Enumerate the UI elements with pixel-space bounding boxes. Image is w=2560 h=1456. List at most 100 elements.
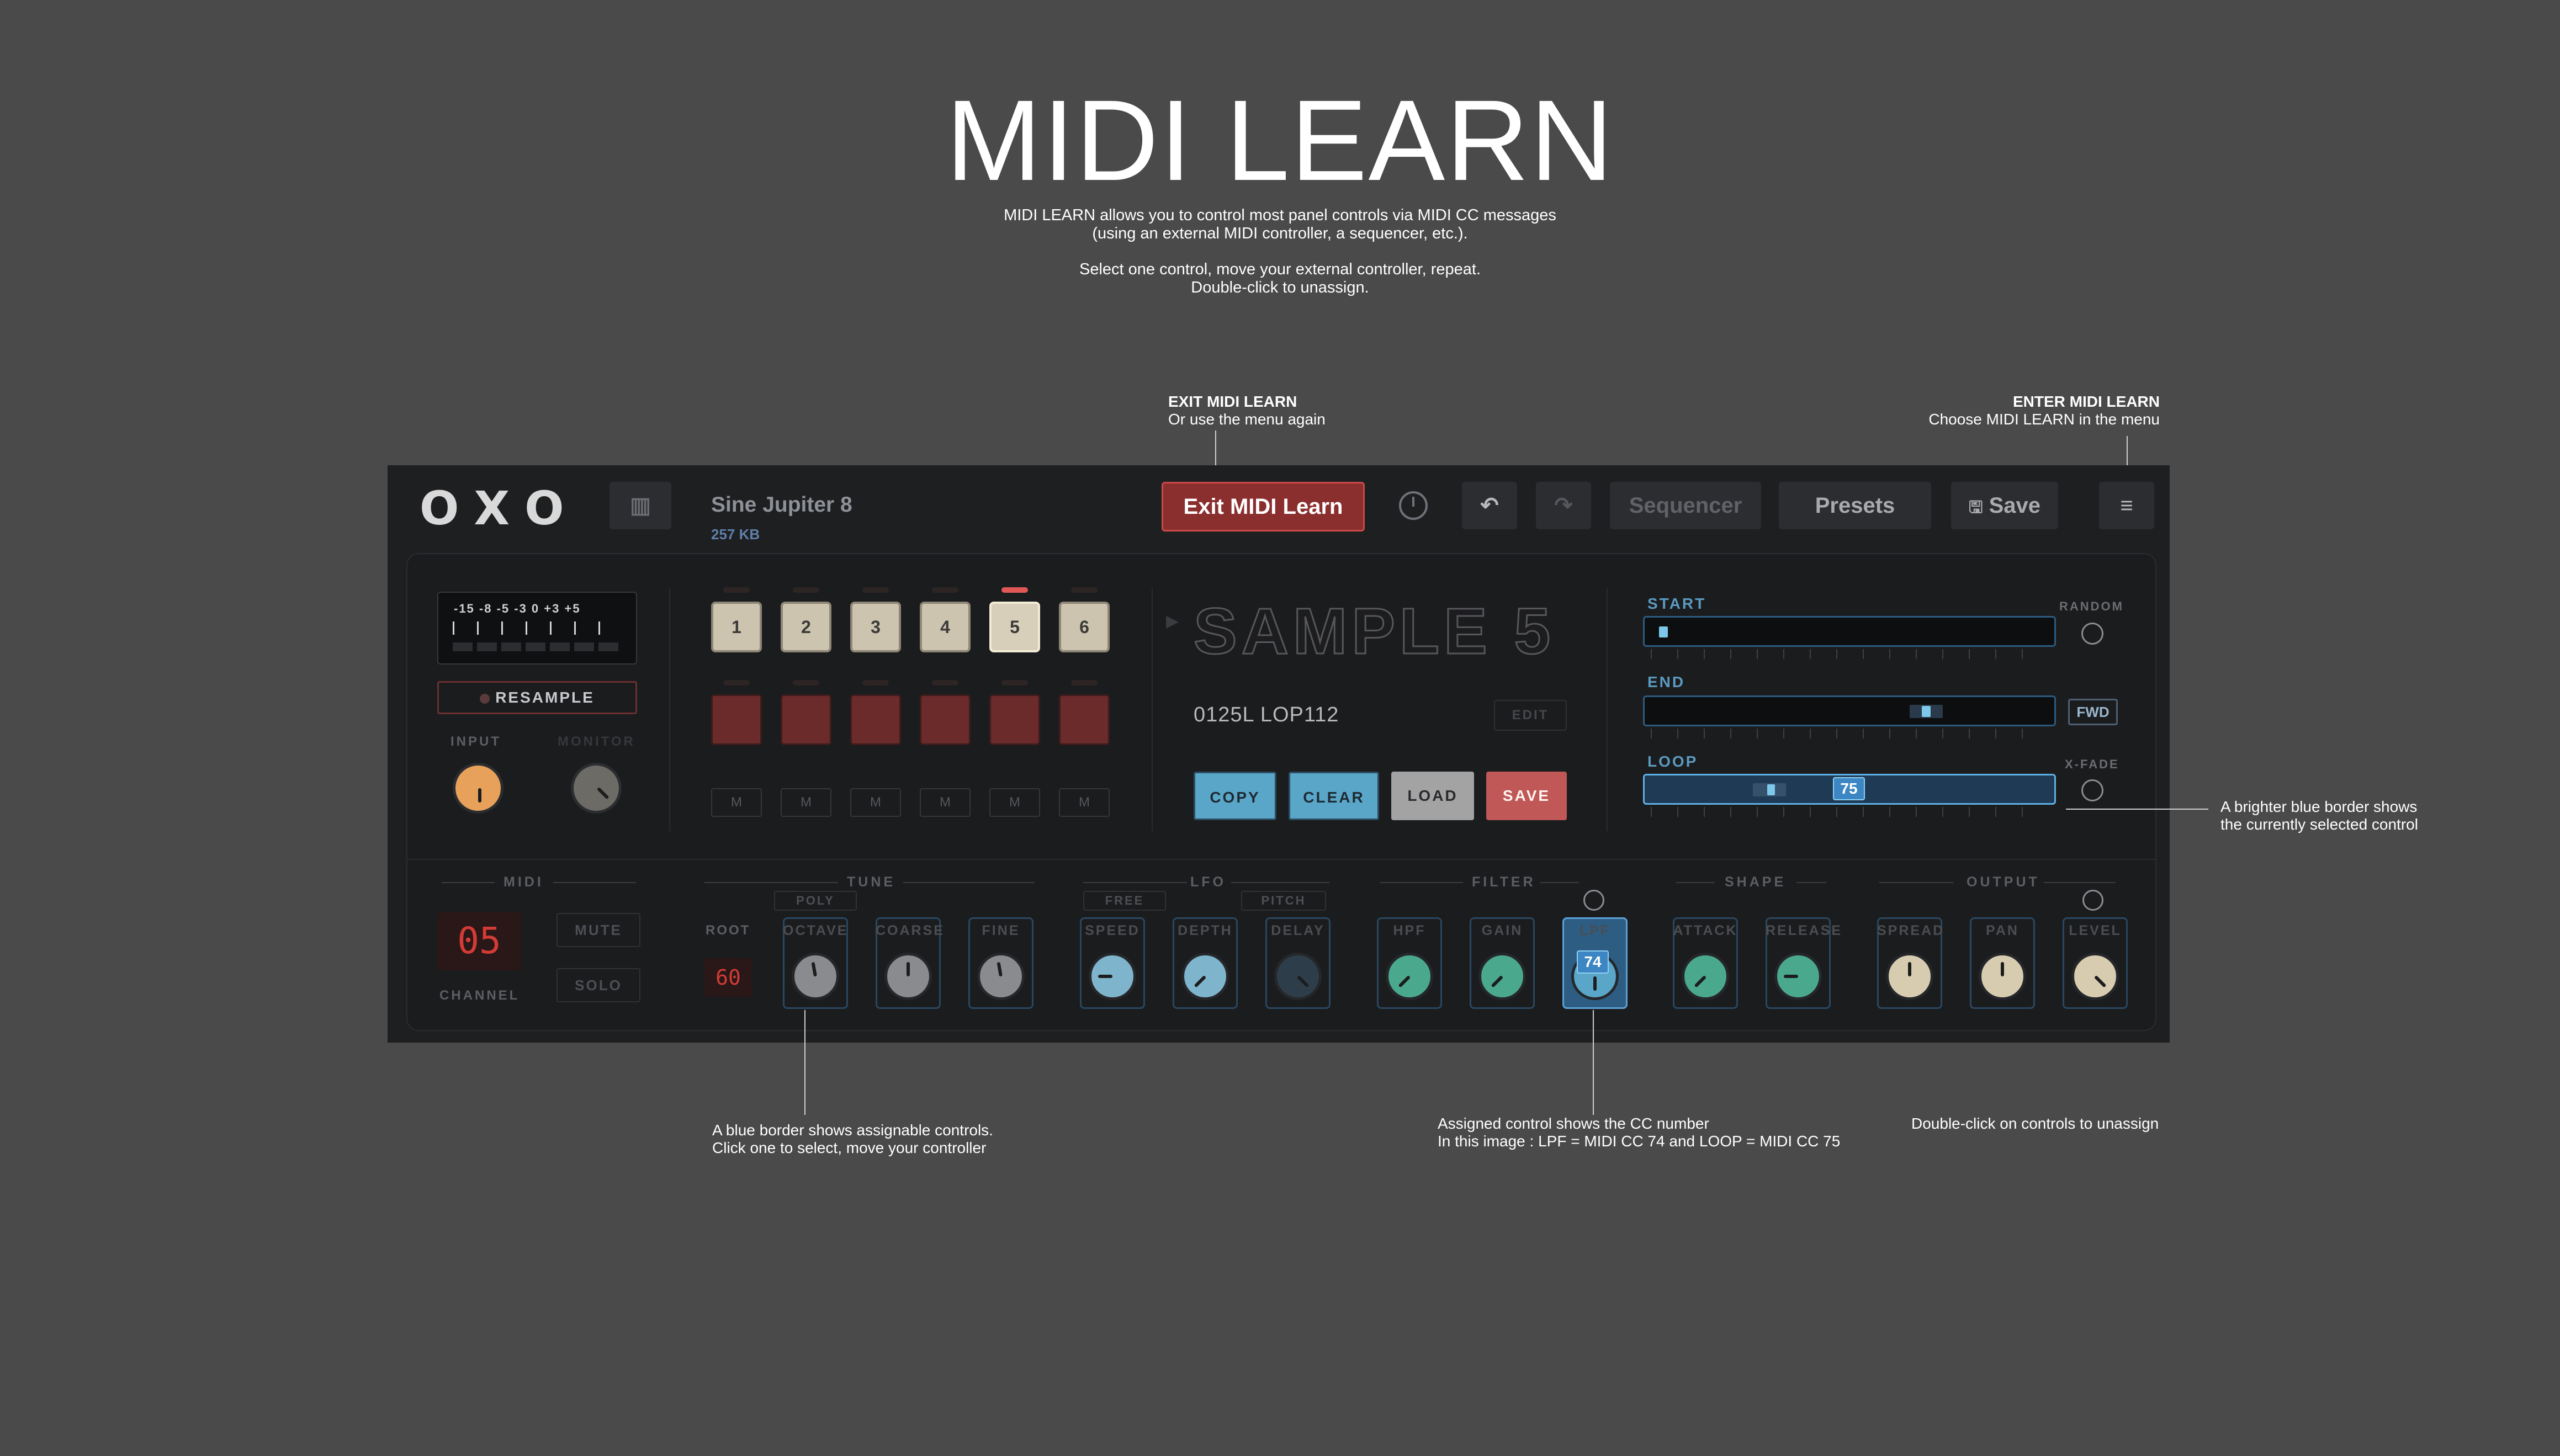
- output-mode-knob[interactable]: [2082, 890, 2103, 911]
- free-button[interactable]: FREE: [1083, 891, 1166, 911]
- knob-indicator: [2001, 962, 2004, 976]
- pad-mute-button-3[interactable]: M: [850, 788, 901, 817]
- pad-mute-button-4[interactable]: M: [920, 788, 971, 817]
- trigger-pad-6[interactable]: [1059, 694, 1110, 745]
- section-rule: [2044, 882, 2116, 883]
- xfade-knob[interactable]: [2081, 779, 2103, 801]
- end-label: END: [1647, 673, 1686, 690]
- sample-title: SAMPLE 5: [1192, 594, 1555, 669]
- pad-mute-button-2[interactable]: M: [781, 788, 831, 817]
- hamburger-icon: ≡: [2120, 493, 2133, 518]
- clock-icon[interactable]: [1399, 491, 1428, 520]
- cc-annotation-line: [1593, 1010, 1594, 1115]
- load-button[interactable]: LOAD: [1391, 772, 1474, 820]
- mute-button[interactable]: MUTE: [556, 913, 640, 947]
- sample-pad-5[interactable]: 5: [989, 602, 1040, 652]
- edit-button[interactable]: EDIT: [1494, 700, 1567, 731]
- hpf-knob[interactable]: [1386, 953, 1433, 1000]
- resample-label: RESAMPLE: [495, 689, 595, 706]
- filter-mode-knob[interactable]: [1583, 890, 1604, 911]
- sample-pad-2[interactable]: 2: [781, 602, 831, 652]
- speed-label: SPEED: [1085, 923, 1140, 938]
- knob-indicator: [1296, 975, 1310, 988]
- sample-pad-6[interactable]: 6: [1059, 602, 1110, 652]
- save-icon: 🖫: [1968, 498, 1983, 517]
- delay-knob[interactable]: [1274, 953, 1322, 1000]
- monitor-knob[interactable]: [571, 763, 622, 814]
- end-slider[interactable]: [1643, 695, 2056, 726]
- attack-knob[interactable]: [1682, 953, 1729, 1000]
- section-rule: [1676, 882, 1715, 883]
- shape-section-title: SHAPE: [1725, 874, 1787, 890]
- undo-button[interactable]: ↶: [1462, 482, 1517, 529]
- pan-label: PAN: [1986, 923, 2019, 938]
- exit-midi-learn-button[interactable]: Exit MIDI Learn: [1162, 482, 1365, 532]
- pad-mute-button-1[interactable]: M: [711, 788, 762, 817]
- knob-indicator: [1694, 975, 1707, 988]
- trigger-pad-3[interactable]: [850, 694, 901, 745]
- keyboard-button[interactable]: ▥: [609, 482, 671, 529]
- clear-button[interactable]: CLEAR: [1289, 772, 1379, 820]
- attack-label: ATTACK: [1673, 923, 1738, 938]
- logo: OXO: [420, 481, 581, 535]
- save-button[interactable]: 🖫 Save: [1951, 482, 2058, 529]
- input-knob[interactable]: [453, 763, 503, 814]
- random-knob[interactable]: [2081, 623, 2103, 645]
- sample-pad-1[interactable]: 1: [711, 602, 762, 652]
- poly-button[interactable]: POLY: [774, 891, 857, 911]
- tune-section-title: TUNE: [847, 874, 896, 890]
- copy-button[interactable]: COPY: [1194, 772, 1276, 820]
- enter-annotation: ENTER MIDI LEARN Choose MIDI LEARN in th…: [1877, 393, 2160, 428]
- start-handle[interactable]: [1659, 626, 1668, 637]
- vu-segments: [453, 642, 622, 651]
- resample-button[interactable]: RESAMPLE: [437, 681, 637, 714]
- solo-button[interactable]: SOLO: [556, 968, 640, 1002]
- lfo-section-title: LFO: [1190, 874, 1226, 890]
- gain-knob[interactable]: [1478, 953, 1526, 1000]
- keyboard-icon: ▥: [630, 493, 651, 518]
- end-handle[interactable]: [1922, 706, 1931, 717]
- save-sample-button[interactable]: SAVE: [1486, 772, 1567, 820]
- assignable-annotation-line: [804, 1010, 805, 1115]
- spread-knob[interactable]: [1886, 953, 1933, 1000]
- pad-mute-button-5[interactable]: M: [989, 788, 1040, 817]
- patch-name[interactable]: Sine Jupiter 8: [711, 493, 852, 517]
- assignable-annotation-line2: Click one to select, move your controlle…: [712, 1139, 987, 1156]
- enter-annotation-title: ENTER MIDI LEARN: [2013, 393, 2160, 410]
- sequencer-button[interactable]: Sequencer: [1610, 482, 1761, 529]
- loop-ticks: [1651, 807, 2048, 817]
- cc-annotation-line2: In this image : LPF = MIDI CC 74 and LOO…: [1438, 1133, 1841, 1150]
- release-knob[interactable]: [1774, 953, 1822, 1000]
- play-icon[interactable]: ▶: [1166, 612, 1179, 631]
- level-knob[interactable]: [2071, 953, 2119, 1000]
- coarse-knob[interactable]: [884, 953, 932, 1000]
- loop-handle[interactable]: [1767, 784, 1775, 795]
- lpf-cc-badge: 74: [1577, 950, 1609, 974]
- sample-pad-3[interactable]: 3: [850, 602, 901, 652]
- direction-button[interactable]: FWD: [2068, 699, 2118, 725]
- trigger-pad-5[interactable]: [989, 694, 1040, 745]
- pan-knob[interactable]: [1979, 953, 2026, 1000]
- root-note-display[interactable]: 60: [704, 958, 752, 997]
- fine-knob[interactable]: [977, 953, 1025, 1000]
- depth-knob[interactable]: [1181, 953, 1229, 1000]
- redo-icon: ↷: [1554, 493, 1573, 518]
- presets-button[interactable]: Presets: [1779, 482, 1931, 529]
- speed-knob[interactable]: [1089, 953, 1136, 1000]
- octave-label: OCTAVE: [783, 923, 849, 938]
- trigger-pad-4[interactable]: [920, 694, 971, 745]
- trigger-pad-2[interactable]: [781, 694, 831, 745]
- sample-pad-4[interactable]: 4: [920, 602, 971, 652]
- trigger-pad-1[interactable]: [711, 694, 762, 745]
- loop-cc-badge: 75: [1833, 777, 1865, 800]
- section-rule: [704, 882, 838, 883]
- octave-knob[interactable]: [792, 953, 839, 1000]
- midi-channel-display[interactable]: 05: [437, 912, 521, 970]
- undo-icon: ↶: [1480, 493, 1499, 518]
- start-slider[interactable]: [1643, 616, 2056, 647]
- record-icon: [480, 693, 490, 704]
- pitch-button[interactable]: PITCH: [1241, 891, 1326, 911]
- menu-button[interactable]: ≡: [2099, 482, 2154, 529]
- pad-mute-button-6[interactable]: M: [1059, 788, 1110, 817]
- redo-button[interactable]: ↷: [1536, 482, 1591, 529]
